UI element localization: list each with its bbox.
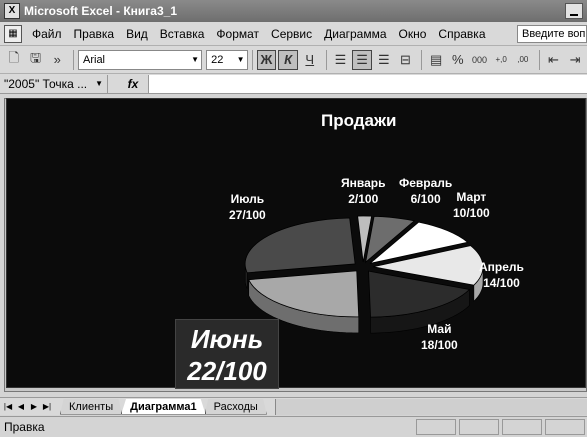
chevron-down-icon: ▼	[236, 55, 245, 64]
toolbar-separator	[538, 49, 540, 70]
toolbar-separator	[421, 49, 423, 70]
status-cell	[545, 419, 585, 435]
tab-clients[interactable]: Клиенты	[60, 398, 123, 415]
thousands-separator-button[interactable]: 000	[470, 50, 490, 70]
toolbar-overflow-icon[interactable]: »	[47, 50, 67, 70]
sheet-tabs-bar: |◀ ◀ ▶ ▶| Клиенты Диаграмма1 Расходы	[0, 397, 587, 415]
chart-title[interactable]: Продажи	[321, 111, 397, 131]
merge-center-icon[interactable]: ⊟	[396, 50, 416, 70]
data-label-apr[interactable]: Апрель 14/100	[479, 259, 524, 291]
align-left-icon[interactable]: ☰	[331, 50, 351, 70]
data-label-may[interactable]: Май 18/100	[421, 321, 458, 353]
chart-sheet-area: Продажи Январь 2/100 Февраль 6/100 Март 10/…	[0, 94, 587, 396]
pie-chart	[244, 215, 484, 334]
tab-expenses[interactable]: Расходы	[204, 398, 267, 415]
status-bar: Правка	[0, 416, 587, 437]
font-size-select[interactable]: 22 ▼	[206, 49, 248, 70]
status-cell	[459, 419, 499, 435]
menu-insert[interactable]: Вставка	[154, 27, 211, 41]
align-center-icon[interactable]: ☰	[352, 49, 372, 70]
menu-view[interactable]: Вид	[120, 27, 154, 41]
status-text: Правка	[4, 420, 45, 434]
status-cell	[502, 419, 542, 435]
horizontal-scrollbar[interactable]	[274, 398, 587, 415]
excel-app-icon: X	[4, 3, 20, 19]
italic-button[interactable]: К	[278, 49, 298, 70]
font-size-value: 22	[211, 53, 224, 66]
percent-button[interactable]: %	[448, 50, 468, 70]
menu-tools[interactable]: Сервис	[265, 27, 318, 41]
chevron-down-icon: ▼	[191, 55, 200, 64]
title-bar: X Microsoft Excel - Книга3_1	[0, 0, 587, 22]
window-title: Microsoft Excel - Книга3_1	[24, 4, 177, 18]
status-indicators	[416, 419, 585, 435]
new-document-icon[interactable]: 🗋	[4, 50, 24, 70]
menu-format[interactable]: Формат	[210, 27, 265, 41]
decrease-decimal-button[interactable]: ,00	[513, 50, 533, 70]
insert-function-button[interactable]: fx	[118, 77, 148, 91]
currency-icon[interactable]: ▤	[426, 50, 446, 70]
data-label-mar[interactable]: Март 10/100	[453, 189, 490, 221]
data-label-jul[interactable]: Июль 27/100	[229, 191, 266, 223]
chart-area[interactable]: Продажи Январь 2/100 Февраль 6/100 Март 10/…	[6, 98, 586, 389]
toolbar-separator	[251, 49, 253, 70]
workbook-icon[interactable]: ▦	[4, 24, 22, 43]
next-sheet-icon[interactable]: ▶	[29, 402, 39, 411]
menu-edit[interactable]: Правка	[68, 27, 121, 41]
last-sheet-icon[interactable]: ▶|	[42, 402, 52, 411]
tab-chart1[interactable]: Диаграмма1	[121, 398, 206, 415]
menu-chart[interactable]: Диаграмма	[318, 27, 392, 41]
font-name-value: Arial	[83, 53, 106, 66]
formula-input[interactable]	[148, 74, 587, 93]
increase-decimal-button[interactable]: +,0	[491, 50, 511, 70]
name-box[interactable]: "2005" Точка ... ▼	[0, 74, 108, 93]
menu-help[interactable]: Справка	[432, 27, 491, 41]
menu-window[interactable]: Окно	[393, 27, 433, 41]
minimize-button[interactable]	[565, 3, 583, 19]
data-label-feb[interactable]: Февраль 6/100	[399, 175, 452, 207]
formatting-toolbar: 🗋 🖫 » Arial ▼ 22 ▼ Ж К Ч ☰ ☰ ☰ ⊟ ▤ % 000…	[0, 46, 587, 74]
excel-window: X Microsoft Excel - Книга3_1 ▦ Файл Прав…	[0, 0, 587, 437]
data-label-jun[interactable]: Июнь 22/100	[175, 323, 279, 387]
increase-indent-icon[interactable]: ⇥	[565, 50, 585, 70]
toolbar-separator	[325, 49, 327, 70]
data-label-jan[interactable]: Январь 2/100	[341, 175, 385, 207]
formula-bar: "2005" Точка ... ▼ fx	[0, 74, 587, 94]
prev-sheet-icon[interactable]: ◀	[16, 402, 26, 411]
decrease-indent-icon[interactable]: ⇤	[544, 50, 564, 70]
align-right-icon[interactable]: ☰	[374, 50, 394, 70]
name-box-value: "2005" Точка ...	[4, 76, 88, 91]
menu-bar: ▦ Файл Правка Вид Вставка Формат Сервис …	[0, 22, 587, 46]
first-sheet-icon[interactable]: |◀	[3, 402, 13, 411]
bold-button[interactable]: Ж	[256, 49, 277, 70]
font-name-select[interactable]: Arial ▼	[78, 49, 203, 70]
menu-file[interactable]: Файл	[26, 27, 68, 41]
save-icon[interactable]: 🖫	[26, 50, 46, 70]
underline-button[interactable]: Ч	[300, 50, 320, 70]
status-cell	[416, 419, 456, 435]
help-search-input[interactable]: Введите вопрос	[517, 25, 587, 43]
toolbar-separator	[73, 49, 74, 70]
pie-slice-jul[interactable]	[244, 217, 356, 274]
chevron-down-icon: ▼	[95, 79, 103, 88]
